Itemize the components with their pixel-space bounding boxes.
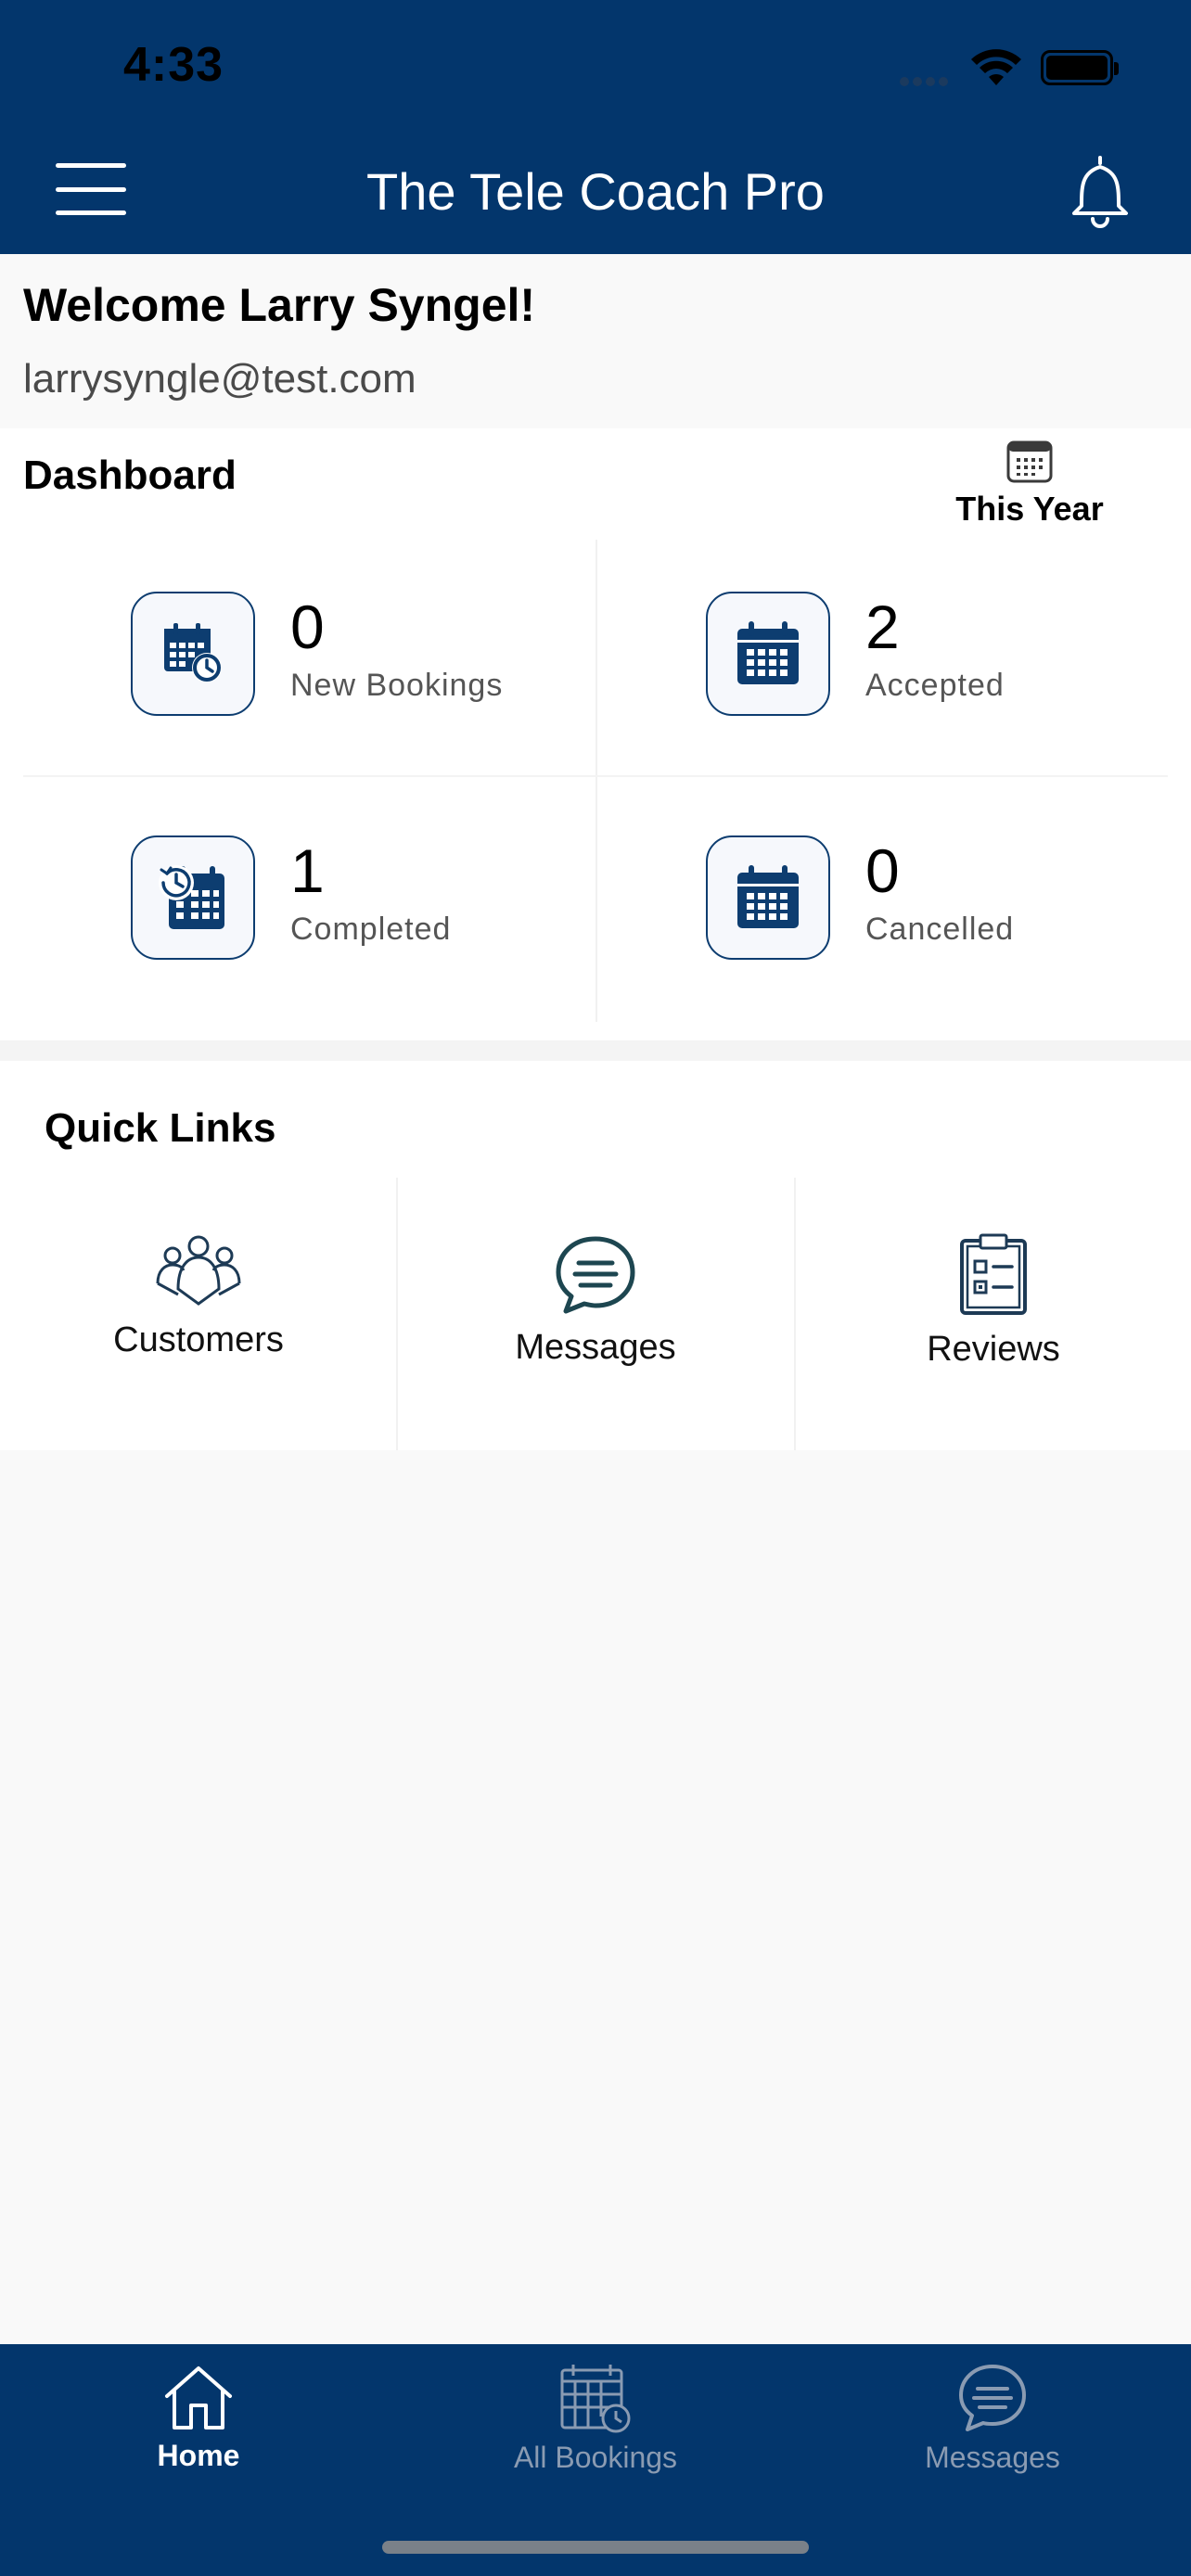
tab-messages[interactable]: Messages	[794, 2363, 1191, 2475]
stat-completed[interactable]: 1 Completed	[131, 835, 650, 965]
stat-label: New Bookings	[290, 668, 504, 703]
stat-value: 0	[290, 593, 325, 661]
stat-accepted[interactable]: 2 Accepted	[706, 592, 1191, 721]
stat-new-bookings[interactable]: 0 New Bookings	[131, 592, 650, 721]
calendar-clock-icon	[164, 623, 222, 682]
welcome-title: Welcome Larry Syngel!	[23, 279, 536, 331]
quick-link-label: Customers	[113, 1320, 284, 1359]
app-title: The Tele Coach Pro	[366, 162, 825, 221]
tab-label: Home	[157, 2439, 240, 2472]
calendar-history-icon	[159, 865, 224, 929]
notifications-bell-icon[interactable]	[1069, 154, 1132, 228]
tab-label: Messages	[925, 2441, 1060, 2474]
wifi-icon	[971, 49, 1021, 85]
status-time: 4:33	[123, 38, 224, 92]
quick-links-title: Quick Links	[45, 1105, 276, 1151]
quick-link-messages[interactable]: Messages	[397, 1178, 794, 1450]
tab-all-bookings[interactable]: All Bookings	[397, 2363, 794, 2475]
home-icon	[165, 2366, 232, 2429]
customers-icon	[156, 1235, 241, 1306]
stat-label: Completed	[290, 912, 452, 947]
chat-bubble-icon	[959, 2365, 1026, 2431]
stat-label: Cancelled	[865, 912, 1015, 947]
stat-value: 2	[865, 593, 900, 661]
user-email: larrysyngle@test.com	[23, 356, 416, 402]
cellular-signal-icon	[900, 74, 955, 87]
stat-value: 1	[290, 836, 325, 905]
app-header: 4:33 The Tele Coach Pro	[0, 0, 1191, 254]
period-filter-label: This Year	[955, 490, 1104, 528]
chat-bubble-icon	[556, 1236, 635, 1314]
divider	[23, 775, 1168, 777]
home-indicator	[382, 2541, 809, 2554]
bookings-calendar-icon	[560, 2365, 631, 2433]
dashboard-title: Dashboard	[23, 453, 237, 498]
stat-value: 0	[865, 836, 900, 905]
quick-link-customers[interactable]: Customers	[0, 1178, 397, 1450]
welcome-section: Welcome Larry Syngel! larrysyngle@test.c…	[0, 254, 1191, 428]
tab-label: All Bookings	[513, 2441, 678, 2474]
quick-link-label: Messages	[515, 1328, 676, 1367]
clipboard-icon	[960, 1233, 1027, 1315]
quick-link-reviews[interactable]: Reviews	[795, 1178, 1191, 1450]
stat-cancelled[interactable]: 0 Cancelled	[706, 835, 1191, 965]
calendar-icon	[1006, 440, 1053, 483]
quick-link-label: Reviews	[927, 1330, 1060, 1369]
quick-links-section: Quick Links Customers Messages Reviews	[0, 1061, 1191, 1450]
stat-label: Accepted	[865, 668, 1005, 703]
calendar-icon	[737, 621, 799, 684]
calendar-icon	[737, 865, 799, 928]
tab-home[interactable]: Home	[0, 2363, 397, 2473]
period-filter-button[interactable]: This Year	[937, 438, 1122, 529]
dashboard-section: Dashboard This Year 0 New Bookings 2 Acc…	[0, 428, 1191, 1040]
battery-icon	[1041, 50, 1119, 85]
section-gap	[0, 1040, 1191, 1061]
